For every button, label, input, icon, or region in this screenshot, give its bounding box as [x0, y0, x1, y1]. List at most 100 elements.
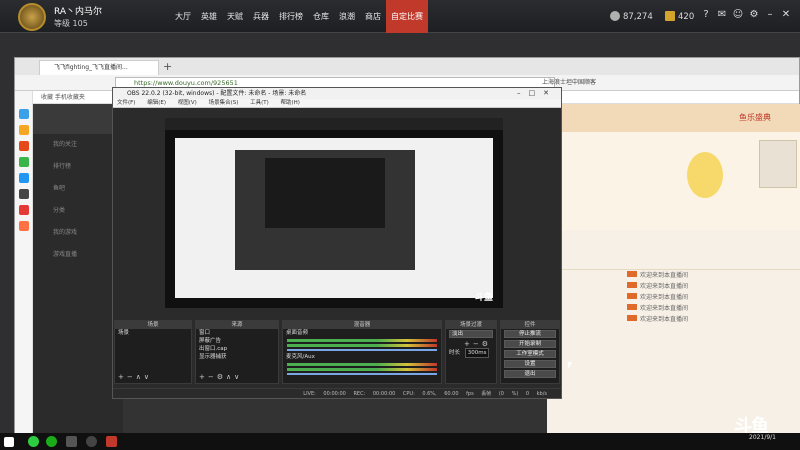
sidebar-app-icon[interactable]: [18, 141, 29, 151]
controls-dock: 控件 停止推流 开始录制 工作室模式 设置 退出: [500, 320, 560, 384]
douyu-right-panel: 鱼乐盛典 欢迎来到本直播间 欢迎来到本直播间 欢迎来到本直播间 欢迎来到本直播间…: [547, 104, 800, 434]
gold-value: 420: [678, 12, 695, 22]
scene-add-remove[interactable]: +−∧∨: [118, 373, 152, 381]
mail-icon[interactable]: ✉: [716, 9, 728, 21]
friends-icon[interactable]: ☺: [732, 9, 744, 21]
settings-icon[interactable]: ⚙: [748, 9, 760, 21]
chat-line: 欢迎来到本直播间: [547, 303, 800, 314]
menu-file[interactable]: 文件(F): [117, 100, 135, 106]
sidebar-app-icon[interactable]: [18, 221, 29, 231]
nav-weapons[interactable]: 兵器: [248, 0, 274, 33]
source-item[interactable]: 窗口: [196, 329, 278, 337]
nav-waves[interactable]: 浪潮: [334, 0, 360, 33]
app-icon[interactable]: [28, 436, 39, 447]
menu-edit[interactable]: 编辑(E): [147, 100, 166, 106]
player-name: RA丶内马尔: [54, 7, 103, 17]
browser-tab[interactable]: 飞飞fighting_飞飞直播间...: [39, 60, 159, 75]
menu-help[interactable]: 帮助(H): [281, 100, 300, 106]
promo-card[interactable]: [759, 140, 797, 188]
mixer-track-name: 麦克风/Aux: [286, 354, 315, 360]
gold-icon: [665, 11, 675, 21]
nav-shop[interactable]: 商店: [360, 0, 386, 33]
live-timer: LIVE: 00:00:00: [303, 391, 346, 397]
transition-add-remove[interactable]: +−⚙: [446, 340, 496, 348]
taskbar: 2021/9/1: [0, 433, 800, 450]
nav-custom-match[interactable]: 自定比赛: [386, 0, 428, 33]
douyu-nav-item[interactable]: 排行榜: [33, 156, 123, 178]
source-item[interactable]: 出窗口.cap: [196, 345, 278, 353]
user-badge-icon: [627, 282, 637, 288]
user-badge-icon: [627, 304, 637, 310]
sidebar-app-icon[interactable]: [18, 205, 29, 215]
mixer-header: 混音器: [283, 321, 441, 329]
app-icon[interactable]: [106, 436, 117, 447]
start-windows-icon[interactable]: [4, 437, 14, 447]
source-item[interactable]: 显示器捕获: [196, 353, 278, 361]
start-recording-button[interactable]: 开始录制: [504, 340, 556, 348]
nav-warehouse[interactable]: 仓库: [308, 0, 334, 33]
douyu-nav-item[interactable]: 我的游戏: [33, 222, 123, 244]
nav-heroes[interactable]: 英雄: [196, 0, 222, 33]
cpu-usage: CPU: 0.6%, 60.00 fps: [402, 391, 474, 397]
sidebar-app-icon[interactable]: [18, 109, 29, 119]
silver-value: 87,274: [623, 12, 653, 22]
studio-mode-button[interactable]: 工作室模式: [504, 350, 556, 358]
sidebar-app-icon[interactable]: [18, 189, 29, 199]
sidebar-app-icon[interactable]: [18, 125, 29, 135]
player-avatar[interactable]: [18, 3, 46, 31]
wechat-icon[interactable]: [46, 436, 57, 447]
douyu-nav-item[interactable]: 我的关注: [33, 134, 123, 156]
menu-scene-collection[interactable]: 场景集合(S): [209, 100, 239, 106]
sidebar-app-icon[interactable]: [18, 157, 29, 167]
source-item[interactable]: 屏蔽广告: [196, 337, 278, 345]
chat-text: 欢迎来到本直播间: [640, 283, 689, 290]
mouse-cursor: [568, 362, 572, 369]
help-icon[interactable]: ?: [700, 9, 712, 21]
source-add-remove[interactable]: +−⚙∧∨: [199, 373, 242, 381]
settings-button[interactable]: 设置: [504, 360, 556, 368]
player-level: 等级 105: [54, 19, 88, 28]
scene-item[interactable]: 场景: [115, 329, 191, 337]
douyu-nav-item[interactable]: 游戏直播: [33, 244, 123, 266]
douyu-nav-item[interactable]: 鱼吧: [33, 178, 123, 200]
stop-streaming-button[interactable]: 停止推流: [504, 330, 556, 338]
exit-button[interactable]: 退出: [504, 370, 556, 378]
obs-statusbar: LIVE: 00:00:00 REC: 00:00:00 CPU: 0.6%, …: [113, 388, 561, 398]
obs-window-buttons[interactable]: –□✕: [517, 88, 557, 99]
preview-nested-preview: [265, 158, 385, 228]
obs-window: OBS 22.0.2 (32-bit, windows) - 配置文件: 未命名…: [112, 87, 562, 399]
right-panel-header: 鱼乐盛典: [547, 104, 800, 132]
system-clock: 2021/9/1: [749, 434, 776, 441]
obs-preview[interactable]: 斗鱼: [165, 118, 503, 308]
minimize-icon[interactable]: –: [764, 9, 776, 21]
app-icon[interactable]: [66, 436, 77, 447]
game-client-topbar: RA丶内马尔 等级 105 大厅 英雄 天赋 兵器 排行榜 仓库 浪潮 商店 自…: [0, 0, 800, 33]
transitions-header: 场景过渡: [446, 321, 496, 329]
nav-leaderboard[interactable]: 排行榜: [274, 0, 308, 33]
mixer-track-name: 桌面音频: [286, 330, 309, 336]
volume-slider[interactable]: [287, 349, 437, 351]
close-icon[interactable]: ✕: [780, 9, 792, 21]
menu-view[interactable]: 视图(V): [178, 100, 197, 106]
douyu-nav-item[interactable]: 分类: [33, 200, 123, 222]
nav-talents[interactable]: 天赋: [222, 0, 248, 33]
nav-lobby[interactable]: 大厅: [170, 0, 196, 33]
gift-area: [547, 132, 800, 230]
mixer-meter: [287, 339, 437, 342]
chat-text: 欢迎来到本直播间: [640, 294, 689, 301]
new-tab-icon[interactable]: +: [163, 60, 172, 73]
chat-text: 欢迎来到本直播间: [640, 316, 689, 323]
transitions-dock: 场景过渡 淡出 +−⚙ 时长 300ms: [445, 320, 497, 384]
chat-text: 欢迎来到本直播间: [640, 305, 689, 312]
transition-select[interactable]: 淡出: [449, 330, 493, 338]
chat-line: 欢迎来到本直播间: [547, 281, 800, 292]
duration-input[interactable]: 300ms: [464, 348, 489, 358]
volume-slider[interactable]: [287, 373, 437, 375]
chat-text: 欢迎来到本直播间: [640, 272, 689, 279]
rec-timer: REC: 00:00:00: [353, 391, 396, 397]
mixer-dock: 混音器 桌面音频 麦克风/Aux: [282, 320, 442, 384]
sidebar-app-icon[interactable]: [18, 173, 29, 183]
browser-sidebar: [15, 91, 33, 434]
menu-tools[interactable]: 工具(T): [250, 100, 269, 106]
obs-icon[interactable]: [86, 436, 97, 447]
